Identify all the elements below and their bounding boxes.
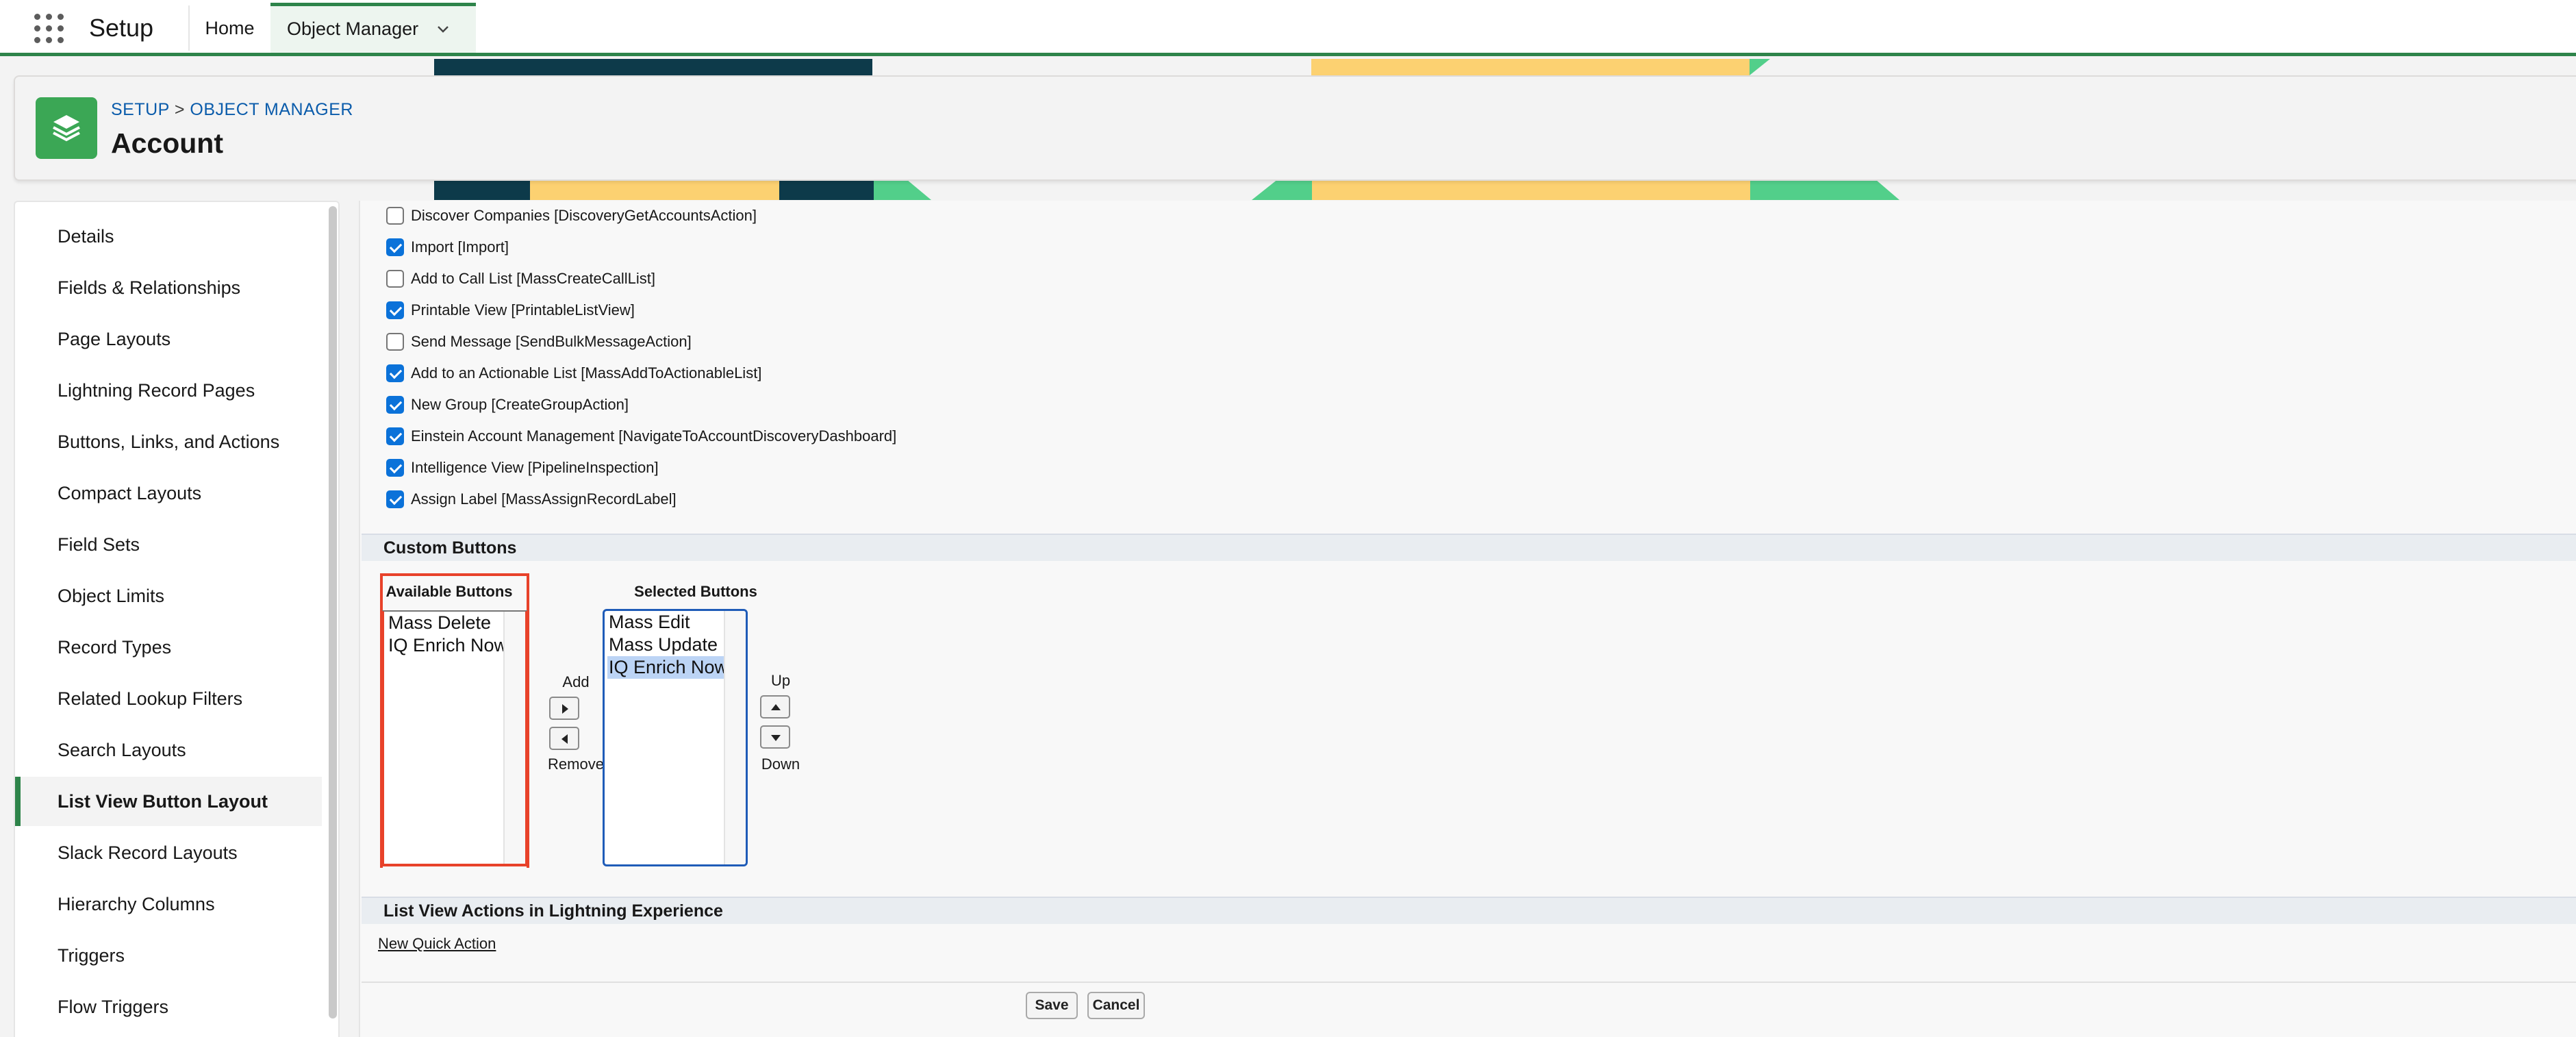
standard-button-label: Discover Companies [DiscoveryGetAccounts… [411,207,757,224]
standard-button-label: Add to an Actionable List [MassAddToActi… [411,364,762,382]
standard-button-checkbox[interactable] [386,364,404,382]
global-nav: Setup Home Object Manager [0,0,2576,56]
sidebar-item-hierarchy-columns[interactable]: Hierarchy Columns [15,879,322,929]
standard-button-label: Einstein Account Management [NavigateToA… [411,427,897,445]
standard-button-label: Add to Call List [MassCreateCallList] [411,270,656,287]
standard-button-checkbox[interactable] [386,490,404,508]
standard-button-row: Discover Companies [DiscoveryGetAccounts… [386,202,757,229]
standard-button-row: Einstein Account Management [NavigateToA… [386,423,896,450]
tab-home[interactable]: Home [190,5,269,51]
available-buttons-scrollbar[interactable] [503,612,525,864]
sidebar-item-search-layouts[interactable]: Search Layouts [15,725,322,775]
available-button-option[interactable]: Mass Delete [387,612,492,634]
sidebar-item-lightning-record-pages[interactable]: Lightning Record Pages [15,366,322,415]
standard-button-checkbox[interactable] [386,396,404,414]
sidebar-scrollbar[interactable] [329,206,337,1019]
standard-button-row: Assign Label [MassAssignRecordLabel] [386,486,677,513]
standard-button-checkbox[interactable] [386,459,404,477]
app-name: Setup [89,14,154,42]
arrow-left-icon [561,734,568,744]
sidebar-item-slack-record-layouts[interactable]: Slack Record Layouts [15,828,322,877]
sidebar-item-fields-relationships[interactable]: Fields & Relationships [15,263,322,312]
standard-button-label: Import [Import] [411,238,509,255]
breadcrumb-separator: > [174,100,185,119]
up-label: Up [770,672,791,689]
nav-divider [188,5,190,51]
remove-button[interactable] [549,727,579,750]
tab-object-manager-label: Object Manager [287,18,419,39]
sidebar-item-compact-layouts[interactable]: Compact Layouts [15,468,322,518]
arrow-down-icon [771,735,781,741]
sidebar: Details Fields & Relationships Page Layo… [14,201,340,1037]
sidebar-item-buttons-links-actions[interactable]: Buttons, Links, and Actions [15,417,322,466]
chevron-down-icon[interactable] [436,23,450,36]
breadcrumb-setup[interactable]: SETUP [111,100,169,119]
object-icon [36,97,97,159]
sidebar-item-list-view-button-layout[interactable]: List View Button Layout [15,777,322,826]
sidebar-item-page-layouts[interactable]: Page Layouts [15,314,322,364]
standard-button-checkbox[interactable] [386,207,404,225]
standard-button-row: Intelligence View [PipelineInspection] [386,454,659,482]
new-quick-action-link[interactable]: New Quick Action [378,935,496,953]
standard-button-row: Import [Import] [386,234,509,261]
sidebar-item-related-lookup-filters[interactable]: Related Lookup Filters [15,674,322,723]
save-button[interactable]: Save [1026,992,1078,1019]
available-buttons-listbox[interactable]: Mass Delete IQ Enrich Now [381,610,528,866]
selected-buttons-caption: Selected Buttons [634,583,757,600]
standard-button-checkbox[interactable] [386,333,404,351]
custom-buttons-section-header: Custom Buttons [362,534,2576,561]
add-button[interactable] [549,697,579,720]
standard-button-row: New Group [CreateGroupAction] [386,391,629,418]
selected-buttons-scrollbar[interactable] [724,611,746,864]
app-root: Setup Home Object Manager SETUP > OBJECT… [0,0,2576,1037]
breadcrumb-object-manager[interactable]: OBJECT MANAGER [190,100,353,119]
standard-button-label: New Group [CreateGroupAction] [411,396,629,413]
available-button-option[interactable]: IQ Enrich Now [387,634,509,657]
standard-button-row: Send Message [SendBulkMessageAction] [386,328,692,355]
standard-button-checkbox[interactable] [386,238,404,256]
selected-button-option[interactable]: Mass Edit [607,611,692,634]
arrow-right-icon [562,704,568,714]
sidebar-item-field-sets[interactable]: Field Sets [15,520,322,569]
selected-button-option-highlighted[interactable]: IQ Enrich Now [607,656,730,679]
sidebar-item-details[interactable]: Details [15,212,322,261]
standard-button-row: Printable View [PrintableListView] [386,297,635,324]
footer-divider [362,982,2576,983]
down-label: Down [761,755,800,773]
sidebar-item-object-limits[interactable]: Object Limits [15,571,322,621]
selected-button-option[interactable]: Mass Update [607,634,719,656]
cancel-button[interactable]: Cancel [1087,992,1145,1019]
move-up-button[interactable] [760,695,790,719]
sidebar-item-record-types[interactable]: Record Types [15,623,322,672]
tab-object-manager[interactable]: Object Manager [270,3,476,53]
page-title: Account [111,127,223,159]
lightning-actions-section-header: List View Actions in Lightning Experienc… [362,897,2576,924]
selected-buttons-listbox[interactable]: Mass Edit Mass Update IQ Enrich Now [603,609,748,866]
standard-button-label: Printable View [PrintableListView] [411,301,635,318]
object-header: SETUP > OBJECT MANAGER Account [14,75,2576,181]
standard-button-label: Intelligence View [PipelineInspection] [411,459,659,476]
list-view-button-layout-panel: Discover Companies [DiscoveryGetAccounts… [359,201,2576,1037]
arrow-up-icon [771,704,781,710]
breadcrumb: SETUP > OBJECT MANAGER [111,100,353,120]
sidebar-item-flow-triggers[interactable]: Flow Triggers [15,982,322,1032]
layers-icon [53,115,80,142]
standard-button-row: Add to Call List [MassCreateCallList] [386,265,655,292]
standard-button-checkbox[interactable] [386,270,404,288]
standard-button-label: Assign Label [MassAssignRecordLabel] [411,490,677,508]
standard-button-label: Send Message [SendBulkMessageAction] [411,333,692,350]
add-label: Add [562,673,590,690]
standard-button-row: Add to an Actionable List [MassAddToActi… [386,360,761,387]
waffle-icon[interactable] [34,14,64,44]
standard-button-checkbox[interactable] [386,301,404,319]
standard-button-checkbox[interactable] [386,427,404,445]
sidebar-item-triggers[interactable]: Triggers [15,931,322,980]
move-down-button[interactable] [760,725,790,749]
